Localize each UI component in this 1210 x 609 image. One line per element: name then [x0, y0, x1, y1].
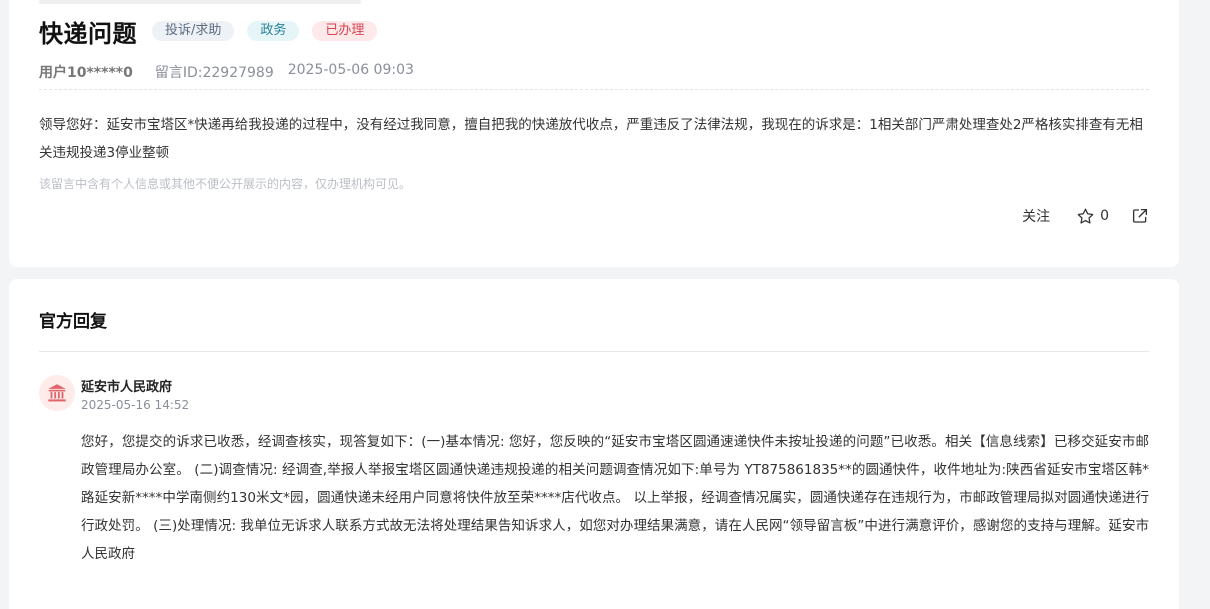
divider — [39, 89, 1149, 90]
follow-button[interactable]: 关注 — [1022, 206, 1050, 226]
status-badge: 已办理 — [312, 21, 378, 41]
tag-complaint: 投诉/求助 — [152, 21, 235, 41]
message-id: 留言ID:22927989 — [154, 65, 274, 81]
star-button[interactable]: 0 — [1076, 207, 1109, 226]
divider — [39, 351, 1149, 352]
share-button[interactable] — [1131, 207, 1149, 225]
page-title: 快递问题 — [39, 19, 137, 48]
share-icon — [1132, 208, 1148, 223]
user-name: 用户10*****0 — [39, 65, 133, 81]
government-building-icon — [48, 384, 66, 402]
reply-body: 您好，您提交的诉求已收悉，经调查核实，现答复如下：(一)基本情况: 您好，您反映… — [81, 434, 1149, 562]
privacy-note: 该留言中含有个人信息或其他不便公开展示的内容，仅办理机构可见。 — [39, 177, 412, 191]
question-card: 快递问题 投诉/求助 政务 已办理 用户10*****0 留言ID:229279… — [9, 0, 1179, 267]
org-avatar — [39, 375, 75, 411]
star-icon — [1077, 208, 1094, 224]
meta-row: 用户10*****0 留言ID:22927989 2025-05-06 09:0… — [39, 62, 414, 82]
official-reply-card: 官方回复 延安市人民政府 2025-05-16 14:52 您好，您提交的诉求已… — [9, 279, 1179, 609]
post-time: 2025-05-06 09:03 — [287, 62, 414, 78]
tag-government: 政务 — [247, 21, 300, 41]
org-name: 延安市人民政府 — [81, 380, 173, 395]
reply-heading: 官方回复 — [39, 312, 107, 332]
top-strip — [39, 0, 361, 4]
reply-time: 2025-05-16 14:52 — [81, 398, 190, 412]
title-row: 快递问题 投诉/求助 政务 已办理 — [39, 13, 378, 49]
question-body: 领导您好：延安市宝塔区*快递再给我投递的过程中，没有经过我同意，擅自把我的快递放… — [39, 117, 1143, 161]
action-bar: 关注 0 — [1022, 206, 1149, 226]
star-count: 0 — [1100, 208, 1109, 224]
